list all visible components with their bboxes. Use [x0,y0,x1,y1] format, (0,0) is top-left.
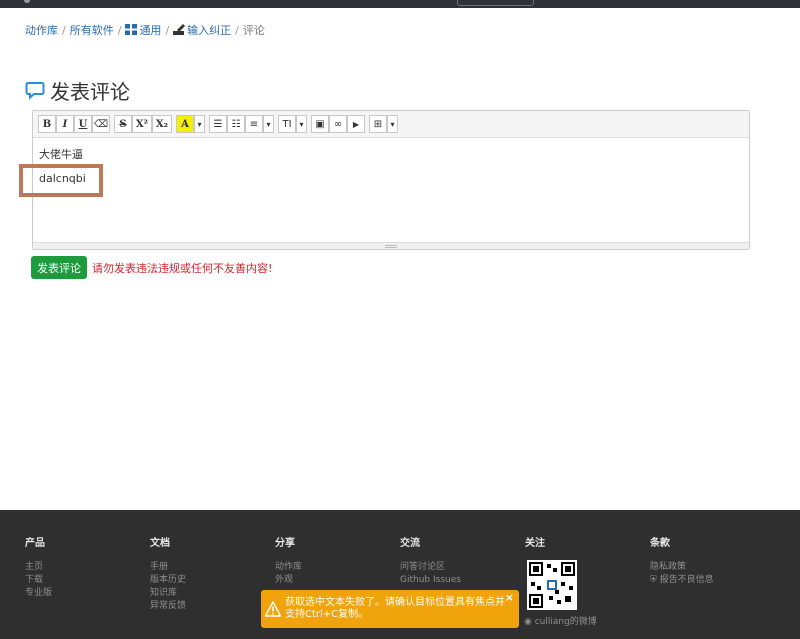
align-dropdown-icon[interactable]: ▾ [263,115,274,133]
breadcrumb-current: 评论 [242,24,265,37]
heading-dropdown-icon[interactable]: ▾ [296,115,307,133]
footer-heading: 分享 [275,538,295,549]
breadcrumb-input-correction[interactable]: 输入纠正 [173,24,231,37]
breadcrumb-all-software[interactable]: 所有软件 [70,24,114,37]
ordered-list-button[interactable]: ☷ [227,115,245,133]
footer-column-terms: 条款 隐私政策 ⛨ 报告不良信息 [650,534,714,587]
toast-message: 获取选中文本失败了。请确认目标位置具有焦点并支持Ctrl+C复制。 [285,597,505,620]
footer-link[interactable]: 主页 [25,561,52,574]
annotation-highlight-box [19,164,103,197]
link-icon[interactable]: ∞ [329,115,347,133]
navbar-search-input[interactable] [457,0,534,6]
report-label: 报告不良信息 [659,575,714,585]
editor-resize-handle[interactable] [33,242,749,249]
table-icon[interactable]: ⊞ [369,115,387,133]
footer-column-share: 分享 动作库 外观 [275,534,302,587]
content-warning-text: 请勿发表违法违规或任何不友善内容! [92,262,273,275]
footer-link[interactable]: Github Issues [400,574,461,587]
footer-link-report[interactable]: ⛨ 报告不良信息 [650,574,714,587]
font-color-dropdown-icon[interactable]: ▾ [194,115,205,133]
breadcrumb-general-label: 通用 [139,24,162,37]
footer-link[interactable]: 专业版 [25,587,52,600]
breadcrumb-separator: / [235,24,239,37]
footer-link[interactable]: 动作库 [275,561,302,574]
footer-link[interactable]: 异常反馈 [150,600,186,613]
close-icon[interactable]: × [505,592,514,604]
footer-link[interactable]: 外观 [275,574,302,587]
breadcrumb: 动作库 / 所有软件 / 通用 / 输入纠正 / 评论 [25,22,265,38]
footer-link[interactable]: 知识库 [150,587,186,600]
footer-heading: 产品 [25,538,45,549]
comment-icon [25,82,45,100]
footer-link[interactable]: 问答讨论区 [400,561,461,574]
editor-line: 大佬牛逼 [39,148,83,161]
superscript-button[interactable]: X² [132,115,152,133]
warning-icon [265,601,281,617]
table-dropdown-icon[interactable]: ▾ [387,115,398,133]
footer-heading: 文档 [150,538,170,549]
unordered-list-button[interactable]: ☰ [209,115,227,133]
heading-button[interactable]: TI [278,115,296,133]
footer-link[interactable]: 版本历史 [150,574,186,587]
footer-column-docs: 文档 手册 版本历史 知识库 异常反馈 [150,534,186,613]
breadcrumb-input-correction-label: 输入纠正 [187,24,232,37]
breadcrumb-separator: / [62,24,66,37]
footer-heading: 关注 [525,538,545,549]
subscript-button[interactable]: X₂ [152,115,172,133]
submit-comment-button[interactable]: 发表评论 [31,256,87,279]
footer-heading: 条款 [650,538,670,549]
error-toast: 获取选中文本失败了。请确认目标位置具有焦点并支持Ctrl+C复制。 × [261,590,519,628]
breadcrumb-actions-library[interactable]: 动作库 [25,24,58,37]
editor-content[interactable]: 大佬牛逼 dalcnqbi [33,138,749,242]
pen-icon [173,24,186,35]
footer-link[interactable]: 隐私政策 [650,561,714,574]
shield-icon: ⛨ [650,575,660,585]
footer-heading: 交流 [400,538,420,549]
breadcrumb-separator: / [117,24,122,37]
footer-column-product: 产品 主页 下载 专业版 [25,534,52,600]
underline-button[interactable]: U [74,115,92,133]
top-navbar [0,0,800,8]
footer-column-community: 交流 问答讨论区 Github Issues [400,534,461,587]
page-title-text: 发表评论 [50,79,130,104]
qr-code-icon [527,560,577,610]
editor-toolbar: B I U ⌫ S X² X₂ A ▾ ☰ ☷ ≡ ▾ TI ▾ ▣ ∞ ▶ ⊞… [33,111,749,138]
footer-link[interactable]: 手册 [150,561,186,574]
image-icon[interactable]: ▣ [311,115,329,133]
page-title: 发表评论 [25,76,130,104]
logo-icon[interactable] [24,0,30,3]
breadcrumb-separator: / [165,24,170,37]
footer-column-follow: 关注 [525,534,545,561]
rich-text-editor: B I U ⌫ S X² X₂ A ▾ ☰ ☷ ≡ ▾ TI ▾ ▣ ∞ ▶ ⊞… [32,110,750,250]
eraser-button[interactable]: ⌫ [92,115,110,133]
font-color-button[interactable]: A [176,115,194,133]
grid-icon [125,24,138,35]
video-icon[interactable]: ▶ [347,115,365,133]
weibo-label: culliang的微博 [534,617,597,627]
bold-button[interactable]: B [38,115,56,133]
breadcrumb-general[interactable]: 通用 [125,24,161,37]
italic-button[interactable]: I [56,115,74,133]
grip-icon [385,245,397,246]
footer-link[interactable]: 下载 [25,574,52,587]
strikethrough-button[interactable]: S [114,115,132,133]
weibo-link[interactable]: ◉ culliang的微博 [524,614,597,627]
align-button[interactable]: ≡ [245,115,263,133]
weibo-icon: ◉ [524,617,535,627]
